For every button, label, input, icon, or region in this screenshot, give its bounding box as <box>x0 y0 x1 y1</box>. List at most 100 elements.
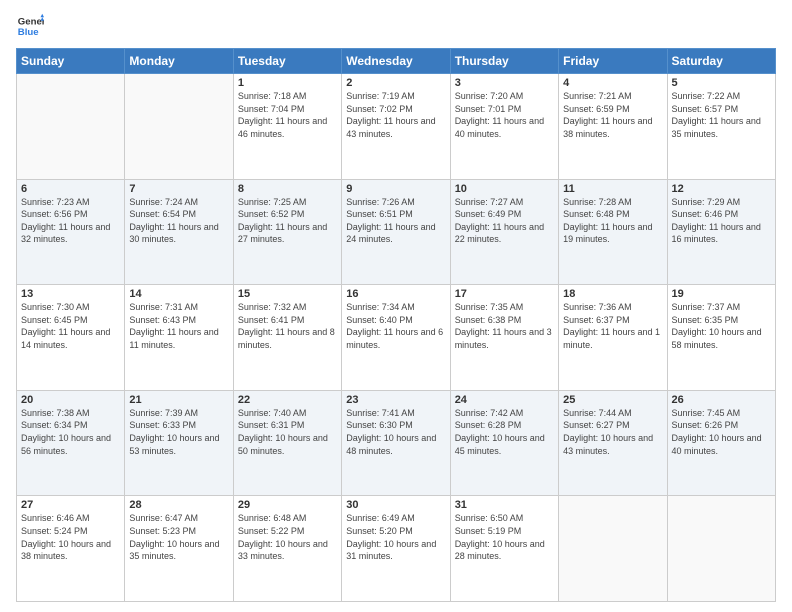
day-number: 13 <box>21 288 120 300</box>
day-info: Sunrise: 7:27 AM Sunset: 6:49 PM Dayligh… <box>455 196 554 246</box>
calendar-cell: 11Sunrise: 7:28 AM Sunset: 6:48 PM Dayli… <box>559 179 667 285</box>
calendar-cell: 26Sunrise: 7:45 AM Sunset: 6:26 PM Dayli… <box>667 390 775 496</box>
calendar-cell: 13Sunrise: 7:30 AM Sunset: 6:45 PM Dayli… <box>17 285 125 391</box>
calendar-cell: 24Sunrise: 7:42 AM Sunset: 6:28 PM Dayli… <box>450 390 558 496</box>
logo: General Blue <box>16 12 44 40</box>
day-number: 25 <box>563 394 662 406</box>
day-number: 31 <box>455 499 554 511</box>
day-info: Sunrise: 7:25 AM Sunset: 6:52 PM Dayligh… <box>238 196 337 246</box>
day-info: Sunrise: 7:36 AM Sunset: 6:37 PM Dayligh… <box>563 301 662 351</box>
calendar-cell: 15Sunrise: 7:32 AM Sunset: 6:41 PM Dayli… <box>233 285 341 391</box>
day-number: 21 <box>129 394 228 406</box>
calendar-header-day: Sunday <box>17 49 125 74</box>
calendar-cell: 2Sunrise: 7:19 AM Sunset: 7:02 PM Daylig… <box>342 74 450 180</box>
day-info: Sunrise: 7:42 AM Sunset: 6:28 PM Dayligh… <box>455 407 554 457</box>
day-number: 9 <box>346 183 445 195</box>
calendar-cell: 28Sunrise: 6:47 AM Sunset: 5:23 PM Dayli… <box>125 496 233 602</box>
calendar-table: SundayMondayTuesdayWednesdayThursdayFrid… <box>16 48 776 602</box>
day-info: Sunrise: 7:34 AM Sunset: 6:40 PM Dayligh… <box>346 301 445 351</box>
svg-text:Blue: Blue <box>18 27 39 38</box>
day-number: 30 <box>346 499 445 511</box>
day-info: Sunrise: 7:31 AM Sunset: 6:43 PM Dayligh… <box>129 301 228 351</box>
day-number: 11 <box>563 183 662 195</box>
day-info: Sunrise: 7:20 AM Sunset: 7:01 PM Dayligh… <box>455 90 554 140</box>
day-number: 5 <box>672 77 771 89</box>
calendar-week-row: 27Sunrise: 6:46 AM Sunset: 5:24 PM Dayli… <box>17 496 776 602</box>
day-info: Sunrise: 7:44 AM Sunset: 6:27 PM Dayligh… <box>563 407 662 457</box>
calendar-week-row: 13Sunrise: 7:30 AM Sunset: 6:45 PM Dayli… <box>17 285 776 391</box>
day-number: 16 <box>346 288 445 300</box>
day-number: 18 <box>563 288 662 300</box>
calendar-header-day: Wednesday <box>342 49 450 74</box>
calendar-cell: 19Sunrise: 7:37 AM Sunset: 6:35 PM Dayli… <box>667 285 775 391</box>
day-info: Sunrise: 7:29 AM Sunset: 6:46 PM Dayligh… <box>672 196 771 246</box>
calendar-header-day: Friday <box>559 49 667 74</box>
calendar-cell: 18Sunrise: 7:36 AM Sunset: 6:37 PM Dayli… <box>559 285 667 391</box>
day-info: Sunrise: 7:39 AM Sunset: 6:33 PM Dayligh… <box>129 407 228 457</box>
day-number: 3 <box>455 77 554 89</box>
calendar-cell: 6Sunrise: 7:23 AM Sunset: 6:56 PM Daylig… <box>17 179 125 285</box>
calendar-cell <box>17 74 125 180</box>
calendar-week-row: 6Sunrise: 7:23 AM Sunset: 6:56 PM Daylig… <box>17 179 776 285</box>
day-info: Sunrise: 6:49 AM Sunset: 5:20 PM Dayligh… <box>346 512 445 562</box>
calendar-header-day: Saturday <box>667 49 775 74</box>
calendar-cell: 7Sunrise: 7:24 AM Sunset: 6:54 PM Daylig… <box>125 179 233 285</box>
calendar-cell: 27Sunrise: 6:46 AM Sunset: 5:24 PM Dayli… <box>17 496 125 602</box>
calendar-cell <box>667 496 775 602</box>
calendar-header-day: Thursday <box>450 49 558 74</box>
day-info: Sunrise: 7:41 AM Sunset: 6:30 PM Dayligh… <box>346 407 445 457</box>
day-number: 20 <box>21 394 120 406</box>
day-number: 22 <box>238 394 337 406</box>
calendar-cell: 20Sunrise: 7:38 AM Sunset: 6:34 PM Dayli… <box>17 390 125 496</box>
day-info: Sunrise: 6:46 AM Sunset: 5:24 PM Dayligh… <box>21 512 120 562</box>
day-info: Sunrise: 7:32 AM Sunset: 6:41 PM Dayligh… <box>238 301 337 351</box>
day-info: Sunrise: 7:22 AM Sunset: 6:57 PM Dayligh… <box>672 90 771 140</box>
calendar-cell: 29Sunrise: 6:48 AM Sunset: 5:22 PM Dayli… <box>233 496 341 602</box>
day-number: 6 <box>21 183 120 195</box>
calendar-header-day: Monday <box>125 49 233 74</box>
day-number: 14 <box>129 288 228 300</box>
calendar-cell: 4Sunrise: 7:21 AM Sunset: 6:59 PM Daylig… <box>559 74 667 180</box>
day-number: 28 <box>129 499 228 511</box>
calendar-cell: 16Sunrise: 7:34 AM Sunset: 6:40 PM Dayli… <box>342 285 450 391</box>
calendar-header-day: Tuesday <box>233 49 341 74</box>
day-number: 23 <box>346 394 445 406</box>
calendar-cell <box>559 496 667 602</box>
day-number: 27 <box>21 499 120 511</box>
day-number: 26 <box>672 394 771 406</box>
calendar-cell: 5Sunrise: 7:22 AM Sunset: 6:57 PM Daylig… <box>667 74 775 180</box>
calendar-cell: 10Sunrise: 7:27 AM Sunset: 6:49 PM Dayli… <box>450 179 558 285</box>
day-info: Sunrise: 7:23 AM Sunset: 6:56 PM Dayligh… <box>21 196 120 246</box>
day-info: Sunrise: 7:24 AM Sunset: 6:54 PM Dayligh… <box>129 196 228 246</box>
day-info: Sunrise: 6:47 AM Sunset: 5:23 PM Dayligh… <box>129 512 228 562</box>
day-info: Sunrise: 6:50 AM Sunset: 5:19 PM Dayligh… <box>455 512 554 562</box>
day-info: Sunrise: 7:38 AM Sunset: 6:34 PM Dayligh… <box>21 407 120 457</box>
calendar-week-row: 1Sunrise: 7:18 AM Sunset: 7:04 PM Daylig… <box>17 74 776 180</box>
day-info: Sunrise: 7:28 AM Sunset: 6:48 PM Dayligh… <box>563 196 662 246</box>
day-info: Sunrise: 7:18 AM Sunset: 7:04 PM Dayligh… <box>238 90 337 140</box>
svg-text:General: General <box>18 16 44 27</box>
day-number: 4 <box>563 77 662 89</box>
day-info: Sunrise: 7:40 AM Sunset: 6:31 PM Dayligh… <box>238 407 337 457</box>
calendar-cell: 9Sunrise: 7:26 AM Sunset: 6:51 PM Daylig… <box>342 179 450 285</box>
calendar-cell: 1Sunrise: 7:18 AM Sunset: 7:04 PM Daylig… <box>233 74 341 180</box>
day-number: 24 <box>455 394 554 406</box>
day-number: 12 <box>672 183 771 195</box>
calendar-cell: 31Sunrise: 6:50 AM Sunset: 5:19 PM Dayli… <box>450 496 558 602</box>
calendar-cell: 3Sunrise: 7:20 AM Sunset: 7:01 PM Daylig… <box>450 74 558 180</box>
day-info: Sunrise: 7:19 AM Sunset: 7:02 PM Dayligh… <box>346 90 445 140</box>
day-info: Sunrise: 7:35 AM Sunset: 6:38 PM Dayligh… <box>455 301 554 351</box>
day-info: Sunrise: 6:48 AM Sunset: 5:22 PM Dayligh… <box>238 512 337 562</box>
calendar-cell: 17Sunrise: 7:35 AM Sunset: 6:38 PM Dayli… <box>450 285 558 391</box>
day-info: Sunrise: 7:45 AM Sunset: 6:26 PM Dayligh… <box>672 407 771 457</box>
day-number: 7 <box>129 183 228 195</box>
day-info: Sunrise: 7:26 AM Sunset: 6:51 PM Dayligh… <box>346 196 445 246</box>
calendar-cell: 25Sunrise: 7:44 AM Sunset: 6:27 PM Dayli… <box>559 390 667 496</box>
day-info: Sunrise: 7:37 AM Sunset: 6:35 PM Dayligh… <box>672 301 771 351</box>
calendar-header-row: SundayMondayTuesdayWednesdayThursdayFrid… <box>17 49 776 74</box>
day-number: 1 <box>238 77 337 89</box>
day-info: Sunrise: 7:30 AM Sunset: 6:45 PM Dayligh… <box>21 301 120 351</box>
day-number: 19 <box>672 288 771 300</box>
calendar-week-row: 20Sunrise: 7:38 AM Sunset: 6:34 PM Dayli… <box>17 390 776 496</box>
header: General Blue <box>16 12 776 40</box>
